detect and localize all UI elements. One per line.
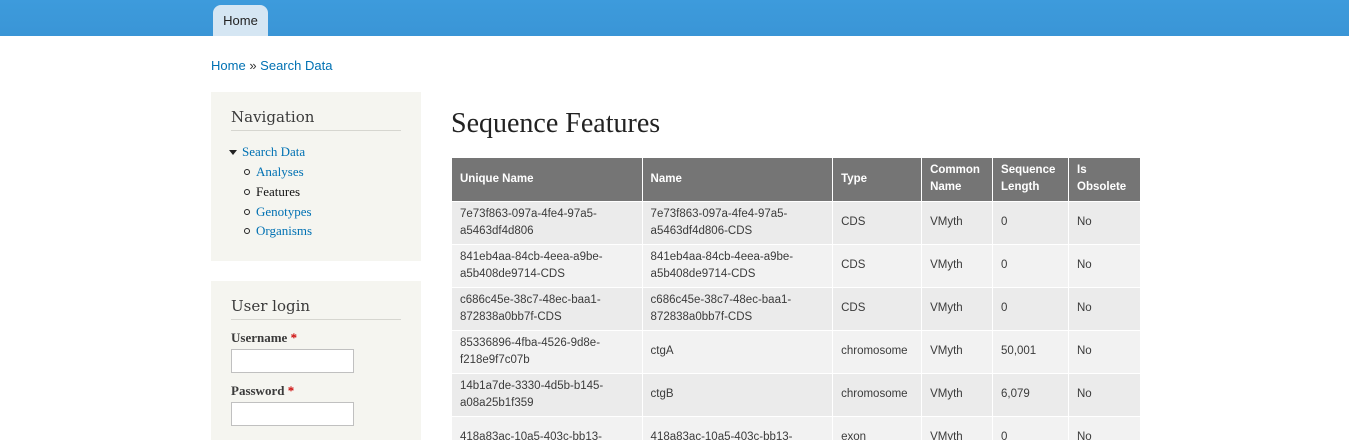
breadcrumb-home-link[interactable]: Home bbox=[211, 58, 246, 73]
table-row: 418a83ac-10a5-403c-bb13- 418a83ac-10a5-4… bbox=[451, 415, 1141, 440]
required-marker: * bbox=[287, 383, 295, 398]
user-login-block: User login Username * Password * bbox=[211, 281, 421, 440]
table-row: 7e73f863-097a-4fe4-97a5-a5463df4d806 7e7… bbox=[451, 200, 1141, 245]
column-header-is-obsolete[interactable]: Is Obsolete bbox=[1068, 158, 1141, 202]
user-login-title: User login bbox=[231, 297, 401, 320]
cell-sequence-length: 0 bbox=[992, 415, 1069, 440]
column-header-common-name[interactable]: Common Name bbox=[921, 158, 994, 202]
cell-sequence-length: 0 bbox=[992, 286, 1069, 331]
cell-sequence-length: 0 bbox=[992, 200, 1069, 245]
navigation-menu: Search Data Analyses Features Genotypes … bbox=[229, 144, 401, 239]
breadcrumb-search-data-link[interactable]: Search Data bbox=[260, 58, 332, 73]
cell-common-name: VMyth bbox=[921, 200, 994, 245]
bullet-icon bbox=[244, 228, 250, 235]
column-header-name[interactable]: Name bbox=[641, 158, 834, 202]
column-header-sequence-length[interactable]: Sequence Length bbox=[992, 158, 1069, 202]
cell-is-obsolete: No bbox=[1068, 415, 1141, 440]
username-label-text: Username bbox=[231, 330, 288, 345]
cell-common-name: VMyth bbox=[921, 329, 994, 374]
cell-is-obsolete: No bbox=[1068, 200, 1141, 245]
column-header-unique-name[interactable]: Unique Name bbox=[451, 158, 643, 202]
nav-link-analyses[interactable]: Analyses bbox=[256, 164, 304, 180]
table-row: c686c45e-38c7-48ec-baa1-872838a0bb7f-CDS… bbox=[451, 286, 1141, 331]
username-label: Username * bbox=[231, 330, 401, 346]
navigation-title: Navigation bbox=[231, 108, 401, 131]
navigation-block: Navigation Search Data Analyses Features… bbox=[211, 92, 421, 261]
features-table: Unique Name Name Type Common Name Sequen… bbox=[451, 158, 1141, 440]
nav-item-search-data[interactable]: Search Data bbox=[229, 144, 401, 160]
cell-common-name: VMyth bbox=[921, 372, 994, 417]
cell-is-obsolete: No bbox=[1068, 243, 1141, 288]
table-row: 85336896-4fba-4526-9d8e-f218e9f7c07b ctg… bbox=[451, 329, 1141, 374]
nav-link-genotypes[interactable]: Genotypes bbox=[256, 204, 312, 220]
bullet-icon bbox=[244, 208, 250, 215]
cell-unique-name[interactable]: c686c45e-38c7-48ec-baa1-872838a0bb7f-CDS bbox=[451, 286, 643, 331]
cell-type: exon bbox=[832, 415, 923, 440]
cell-unique-name[interactable]: 418a83ac-10a5-403c-bb13- bbox=[451, 415, 643, 440]
cell-unique-name[interactable]: 841eb4aa-84cb-4eea-a9be-a5b408de9714-CDS bbox=[451, 243, 643, 288]
nav-link-features[interactable]: Features bbox=[256, 184, 300, 200]
required-marker: * bbox=[290, 330, 298, 345]
bullet-icon bbox=[244, 188, 250, 195]
cell-common-name: VMyth bbox=[921, 286, 994, 331]
cell-unique-name[interactable]: 85336896-4fba-4526-9d8e-f218e9f7c07b bbox=[451, 329, 643, 374]
nav-link-search-data[interactable]: Search Data bbox=[242, 144, 305, 160]
bullet-icon bbox=[244, 169, 250, 175]
cell-name: ctgA bbox=[641, 329, 834, 374]
nav-item-genotypes[interactable]: Genotypes bbox=[231, 204, 401, 220]
cell-common-name: VMyth bbox=[921, 415, 994, 440]
breadcrumb-separator: » bbox=[249, 58, 257, 73]
cell-name: 7e73f863-097a-4fe4-97a5-a5463df4d806-CDS bbox=[641, 200, 834, 245]
cell-name: 418a83ac-10a5-403c-bb13- bbox=[641, 415, 834, 440]
tab-home[interactable]: Home bbox=[213, 5, 268, 36]
cell-name: 841eb4aa-84cb-4eea-a9be-a5b408de9714-CDS bbox=[641, 243, 834, 288]
password-label: Password * bbox=[231, 383, 401, 399]
cell-unique-name[interactable]: 7e73f863-097a-4fe4-97a5-a5463df4d806 bbox=[451, 200, 643, 245]
cell-sequence-length: 0 bbox=[992, 243, 1069, 288]
cell-type: CDS bbox=[832, 286, 923, 331]
nav-item-analyses[interactable]: Analyses bbox=[231, 164, 401, 180]
cell-sequence-length: 50,001 bbox=[992, 329, 1069, 374]
table-row: 841eb4aa-84cb-4eea-a9be-a5b408de9714-CDS… bbox=[451, 243, 1141, 288]
cell-type: chromosome bbox=[832, 329, 923, 374]
cell-is-obsolete: No bbox=[1068, 286, 1141, 331]
table-row: 14b1a7de-3330-4d5b-b145-a08a25b1f359 ctg… bbox=[451, 372, 1141, 417]
cell-name: ctgB bbox=[641, 372, 834, 417]
nav-link-organisms[interactable]: Organisms bbox=[256, 223, 312, 239]
column-header-type[interactable]: Type bbox=[832, 158, 923, 202]
top-navigation-bar: Home bbox=[0, 0, 1349, 36]
cell-sequence-length: 6,079 bbox=[992, 372, 1069, 417]
nav-item-features[interactable]: Features bbox=[231, 184, 401, 200]
cell-type: CDS bbox=[832, 200, 923, 245]
cell-is-obsolete: No bbox=[1068, 329, 1141, 374]
breadcrumb: Home » Search Data bbox=[211, 58, 332, 73]
cell-unique-name[interactable]: 14b1a7de-3330-4d5b-b145-a08a25b1f359 bbox=[451, 372, 643, 417]
cell-name: c686c45e-38c7-48ec-baa1-872838a0bb7f-CDS bbox=[641, 286, 834, 331]
expanded-triangle-icon bbox=[229, 149, 237, 155]
cell-common-name: VMyth bbox=[921, 243, 994, 288]
password-input[interactable] bbox=[231, 402, 354, 426]
password-label-text: Password bbox=[231, 383, 285, 398]
cell-is-obsolete: No bbox=[1068, 372, 1141, 417]
cell-type: chromosome bbox=[832, 372, 923, 417]
username-input[interactable] bbox=[231, 349, 354, 373]
page-title: Sequence Features bbox=[451, 108, 661, 139]
nav-item-organisms[interactable]: Organisms bbox=[231, 223, 401, 239]
table-header-row: Unique Name Name Type Common Name Sequen… bbox=[451, 158, 1141, 202]
cell-type: CDS bbox=[832, 243, 923, 288]
